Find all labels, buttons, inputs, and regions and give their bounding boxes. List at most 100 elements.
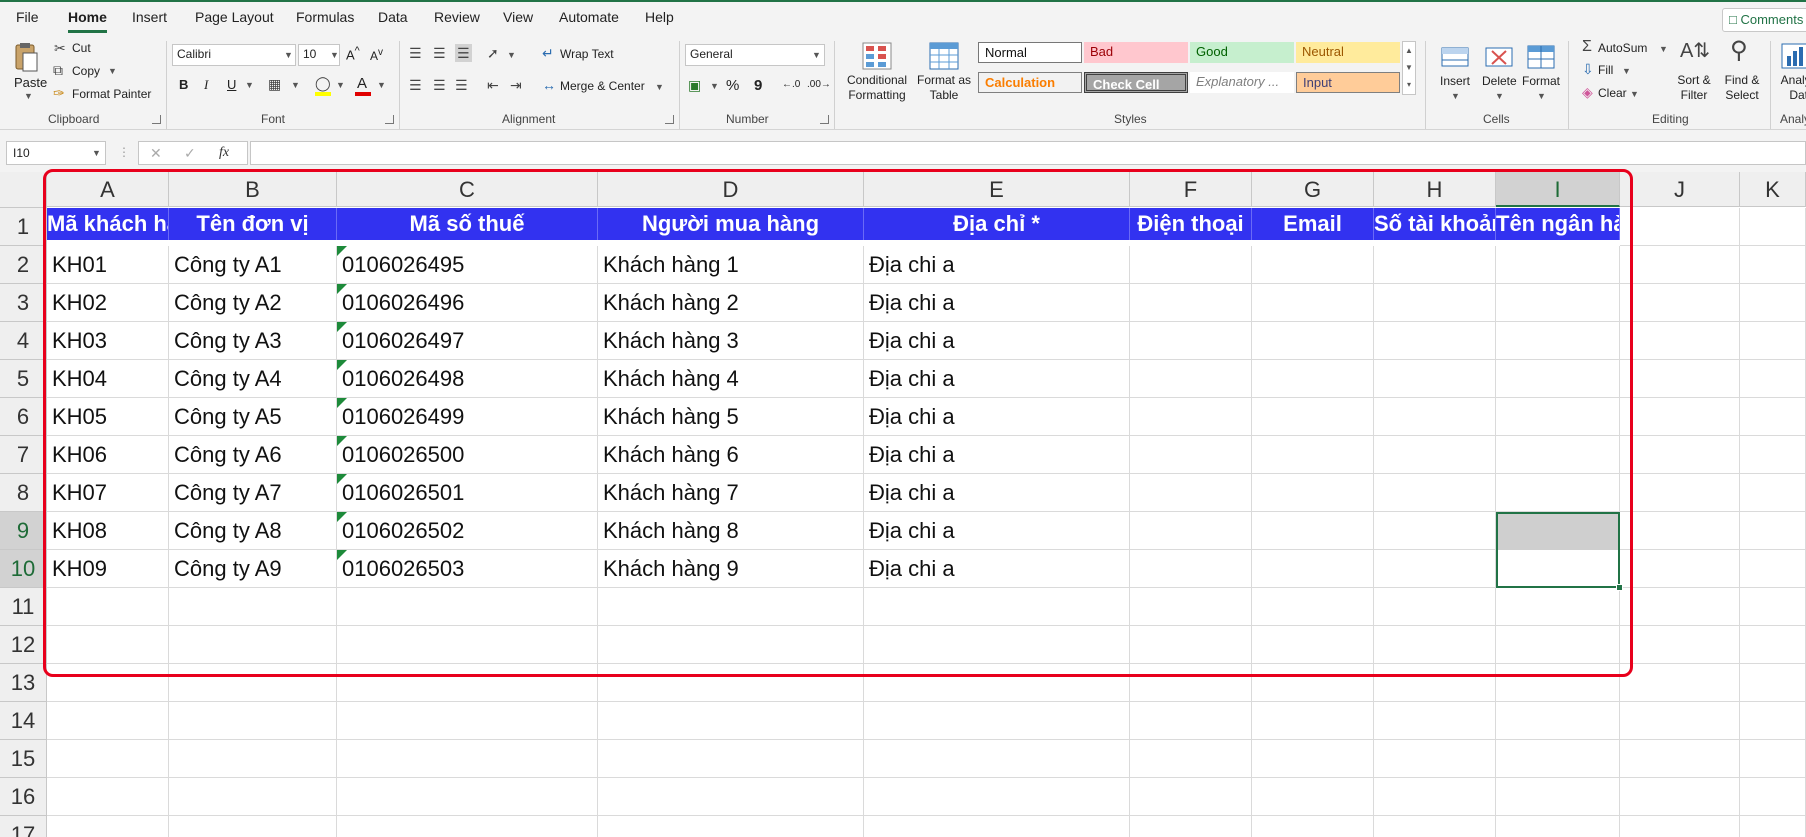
paste-button[interactable]: Paste	[14, 75, 47, 90]
increase-decimal-icon[interactable]: ←.0	[782, 79, 800, 90]
tab-page-layout[interactable]: Page Layout	[195, 9, 274, 25]
row-header-1[interactable]: 1	[0, 208, 47, 246]
cell-e14[interactable]	[864, 702, 1130, 740]
cell-j17[interactable]	[1620, 816, 1740, 837]
cell-j15[interactable]	[1620, 740, 1740, 778]
comments-button[interactable]: □ Comments	[1722, 8, 1806, 32]
cell-c14[interactable]	[337, 702, 598, 740]
cut-button[interactable]: Cut	[72, 41, 91, 55]
cell-k3[interactable]	[1740, 284, 1806, 322]
more-options-icon[interactable]: ⋮	[118, 146, 130, 158]
cell-k12[interactable]	[1740, 626, 1806, 664]
cell-j8[interactable]	[1620, 474, 1740, 512]
align-center-icon[interactable]: ☰	[433, 78, 446, 92]
cell-k13[interactable]	[1740, 664, 1806, 702]
number-launcher-icon[interactable]	[820, 115, 829, 124]
cell-k10[interactable]	[1740, 550, 1806, 588]
fill-dropdown-icon[interactable]: ▼	[1622, 66, 1631, 76]
cell-i15[interactable]	[1496, 740, 1620, 778]
tab-help[interactable]: Help	[645, 9, 674, 25]
cell-k11[interactable]	[1740, 588, 1806, 626]
font-color-icon[interactable]: A	[357, 75, 367, 92]
sort-filter-button[interactable]: Sort & Filter	[1670, 73, 1718, 103]
style-good[interactable]: Good	[1190, 42, 1294, 63]
cell-h17[interactable]	[1374, 816, 1496, 837]
conditional-formatting-button[interactable]: Conditional Formatting	[844, 73, 910, 103]
row-header-4[interactable]: 4	[0, 322, 47, 360]
tab-automate[interactable]: Automate	[559, 9, 619, 25]
format-as-table-button[interactable]: Format as Table	[912, 73, 976, 103]
row-header-7[interactable]: 7	[0, 436, 47, 474]
analyze-data-button[interactable]: Analyze Data	[1778, 73, 1806, 103]
cell-d17[interactable]	[598, 816, 864, 837]
row-header-9[interactable]: 9	[0, 512, 47, 550]
cell-f16[interactable]	[1130, 778, 1252, 816]
style-check-cell[interactable]: Check Cell	[1084, 72, 1188, 93]
clipboard-launcher-icon[interactable]	[152, 115, 161, 124]
borders-icon[interactable]: ▦	[268, 77, 281, 91]
row-header-6[interactable]: 6	[0, 398, 47, 436]
cell-a16[interactable]	[47, 778, 169, 816]
style-input[interactable]: Input	[1296, 72, 1400, 93]
underline-button[interactable]: U	[227, 77, 236, 92]
accounting-dropdown-icon[interactable]: ▼	[710, 81, 719, 91]
cell-f14[interactable]	[1130, 702, 1252, 740]
select-all-corner[interactable]	[0, 172, 47, 208]
format-cells-button[interactable]: Format	[1522, 74, 1560, 88]
cell-j12[interactable]	[1620, 626, 1740, 664]
column-header-k[interactable]: K	[1740, 172, 1806, 207]
cell-a14[interactable]	[47, 702, 169, 740]
accounting-format-icon[interactable]: ▣	[688, 78, 701, 92]
cell-j4[interactable]	[1620, 322, 1740, 360]
insert-dropdown-icon[interactable]: ▼	[1451, 91, 1460, 101]
cell-d16[interactable]	[598, 778, 864, 816]
style-normal[interactable]: Normal	[978, 42, 1082, 63]
align-left-icon[interactable]: ☰	[409, 78, 422, 92]
cell-j10[interactable]	[1620, 550, 1740, 588]
fill-color-icon[interactable]: ◯	[315, 76, 331, 90]
borders-dropdown-icon[interactable]: ▼	[291, 80, 300, 90]
delete-dropdown-icon[interactable]: ▼	[1495, 91, 1504, 101]
cell-g15[interactable]	[1252, 740, 1374, 778]
cell-a17[interactable]	[47, 816, 169, 837]
style-explanatory[interactable]: Explanatory ...	[1190, 72, 1294, 93]
cell-k2[interactable]	[1740, 246, 1806, 284]
enter-icon[interactable]: ✓	[184, 146, 196, 160]
row-header-2[interactable]: 2	[0, 246, 47, 284]
font-color-dropdown-icon[interactable]: ▼	[377, 80, 386, 90]
format-painter-button[interactable]: Format Painter	[72, 87, 151, 101]
merge-center-button[interactable]: Merge & Center	[560, 79, 645, 93]
autosum-button[interactable]: AutoSum	[1598, 41, 1647, 55]
cell-h14[interactable]	[1374, 702, 1496, 740]
column-header-j[interactable]: J	[1620, 172, 1740, 207]
font-name-dropdown-icon[interactable]: ▼	[284, 50, 293, 60]
cell-e17[interactable]	[864, 816, 1130, 837]
orientation-icon[interactable]: ➚	[487, 46, 499, 60]
tab-insert[interactable]: Insert	[132, 9, 167, 25]
decrease-indent-icon[interactable]: ⇤	[487, 78, 499, 92]
align-middle-icon[interactable]: ☰	[433, 46, 446, 60]
cell-d14[interactable]	[598, 702, 864, 740]
autosum-dropdown-icon[interactable]: ▼	[1659, 44, 1668, 54]
alignment-launcher-icon[interactable]	[665, 115, 674, 124]
fill-color-dropdown-icon[interactable]: ▼	[336, 80, 345, 90]
font-size-dropdown-icon[interactable]: ▼	[330, 50, 339, 60]
increase-font-icon[interactable]: A^	[346, 45, 360, 62]
cell-j13[interactable]	[1620, 664, 1740, 702]
font-launcher-icon[interactable]	[385, 115, 394, 124]
align-bottom-icon[interactable]: ☰	[455, 44, 472, 62]
align-top-icon[interactable]: ☰	[409, 46, 422, 60]
cell-k5[interactable]	[1740, 360, 1806, 398]
styles-scroll[interactable]: ▲ ▼ ▾	[1402, 41, 1416, 95]
cell-k4[interactable]	[1740, 322, 1806, 360]
cell-g16[interactable]	[1252, 778, 1374, 816]
align-right-icon[interactable]: ☰	[455, 78, 468, 92]
number-format-select[interactable]: General	[685, 44, 825, 66]
row-header-15[interactable]: 15	[0, 740, 47, 778]
row-header-17[interactable]: 17	[0, 816, 47, 837]
find-select-button[interactable]: Find & Select	[1718, 73, 1766, 103]
cell-k1[interactable]	[1740, 208, 1806, 246]
tab-view[interactable]: View	[503, 9, 533, 25]
cell-k16[interactable]	[1740, 778, 1806, 816]
cell-b16[interactable]	[169, 778, 337, 816]
